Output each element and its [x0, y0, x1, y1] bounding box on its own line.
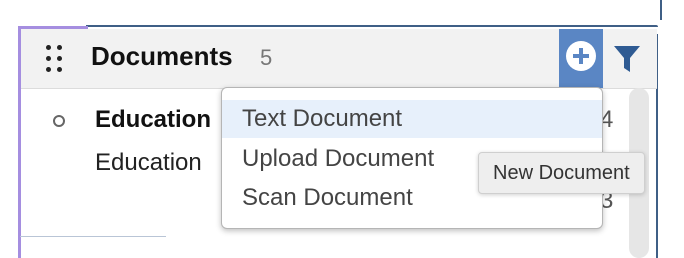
list-divider	[20, 236, 166, 237]
list-item-bullet	[53, 115, 65, 127]
tooltip: New Document	[478, 152, 645, 194]
panel-title: Documents	[91, 41, 233, 71]
document-count: 5	[260, 45, 273, 70]
filter-button[interactable]	[612, 43, 642, 75]
list-item-title[interactable]: Education	[95, 106, 211, 134]
card-border-top	[86, 25, 658, 27]
drag-handle-icon[interactable]	[46, 45, 64, 73]
plus-circle-icon	[566, 41, 596, 71]
filter-icon	[614, 46, 640, 72]
list-item-subtitle: Education	[95, 149, 202, 176]
add-document-button[interactable]	[559, 29, 603, 88]
frame-edge	[660, 0, 662, 20]
panel-header: Documents 5	[21, 29, 657, 89]
menu-item-text-document[interactable]: Text Document	[222, 100, 602, 138]
